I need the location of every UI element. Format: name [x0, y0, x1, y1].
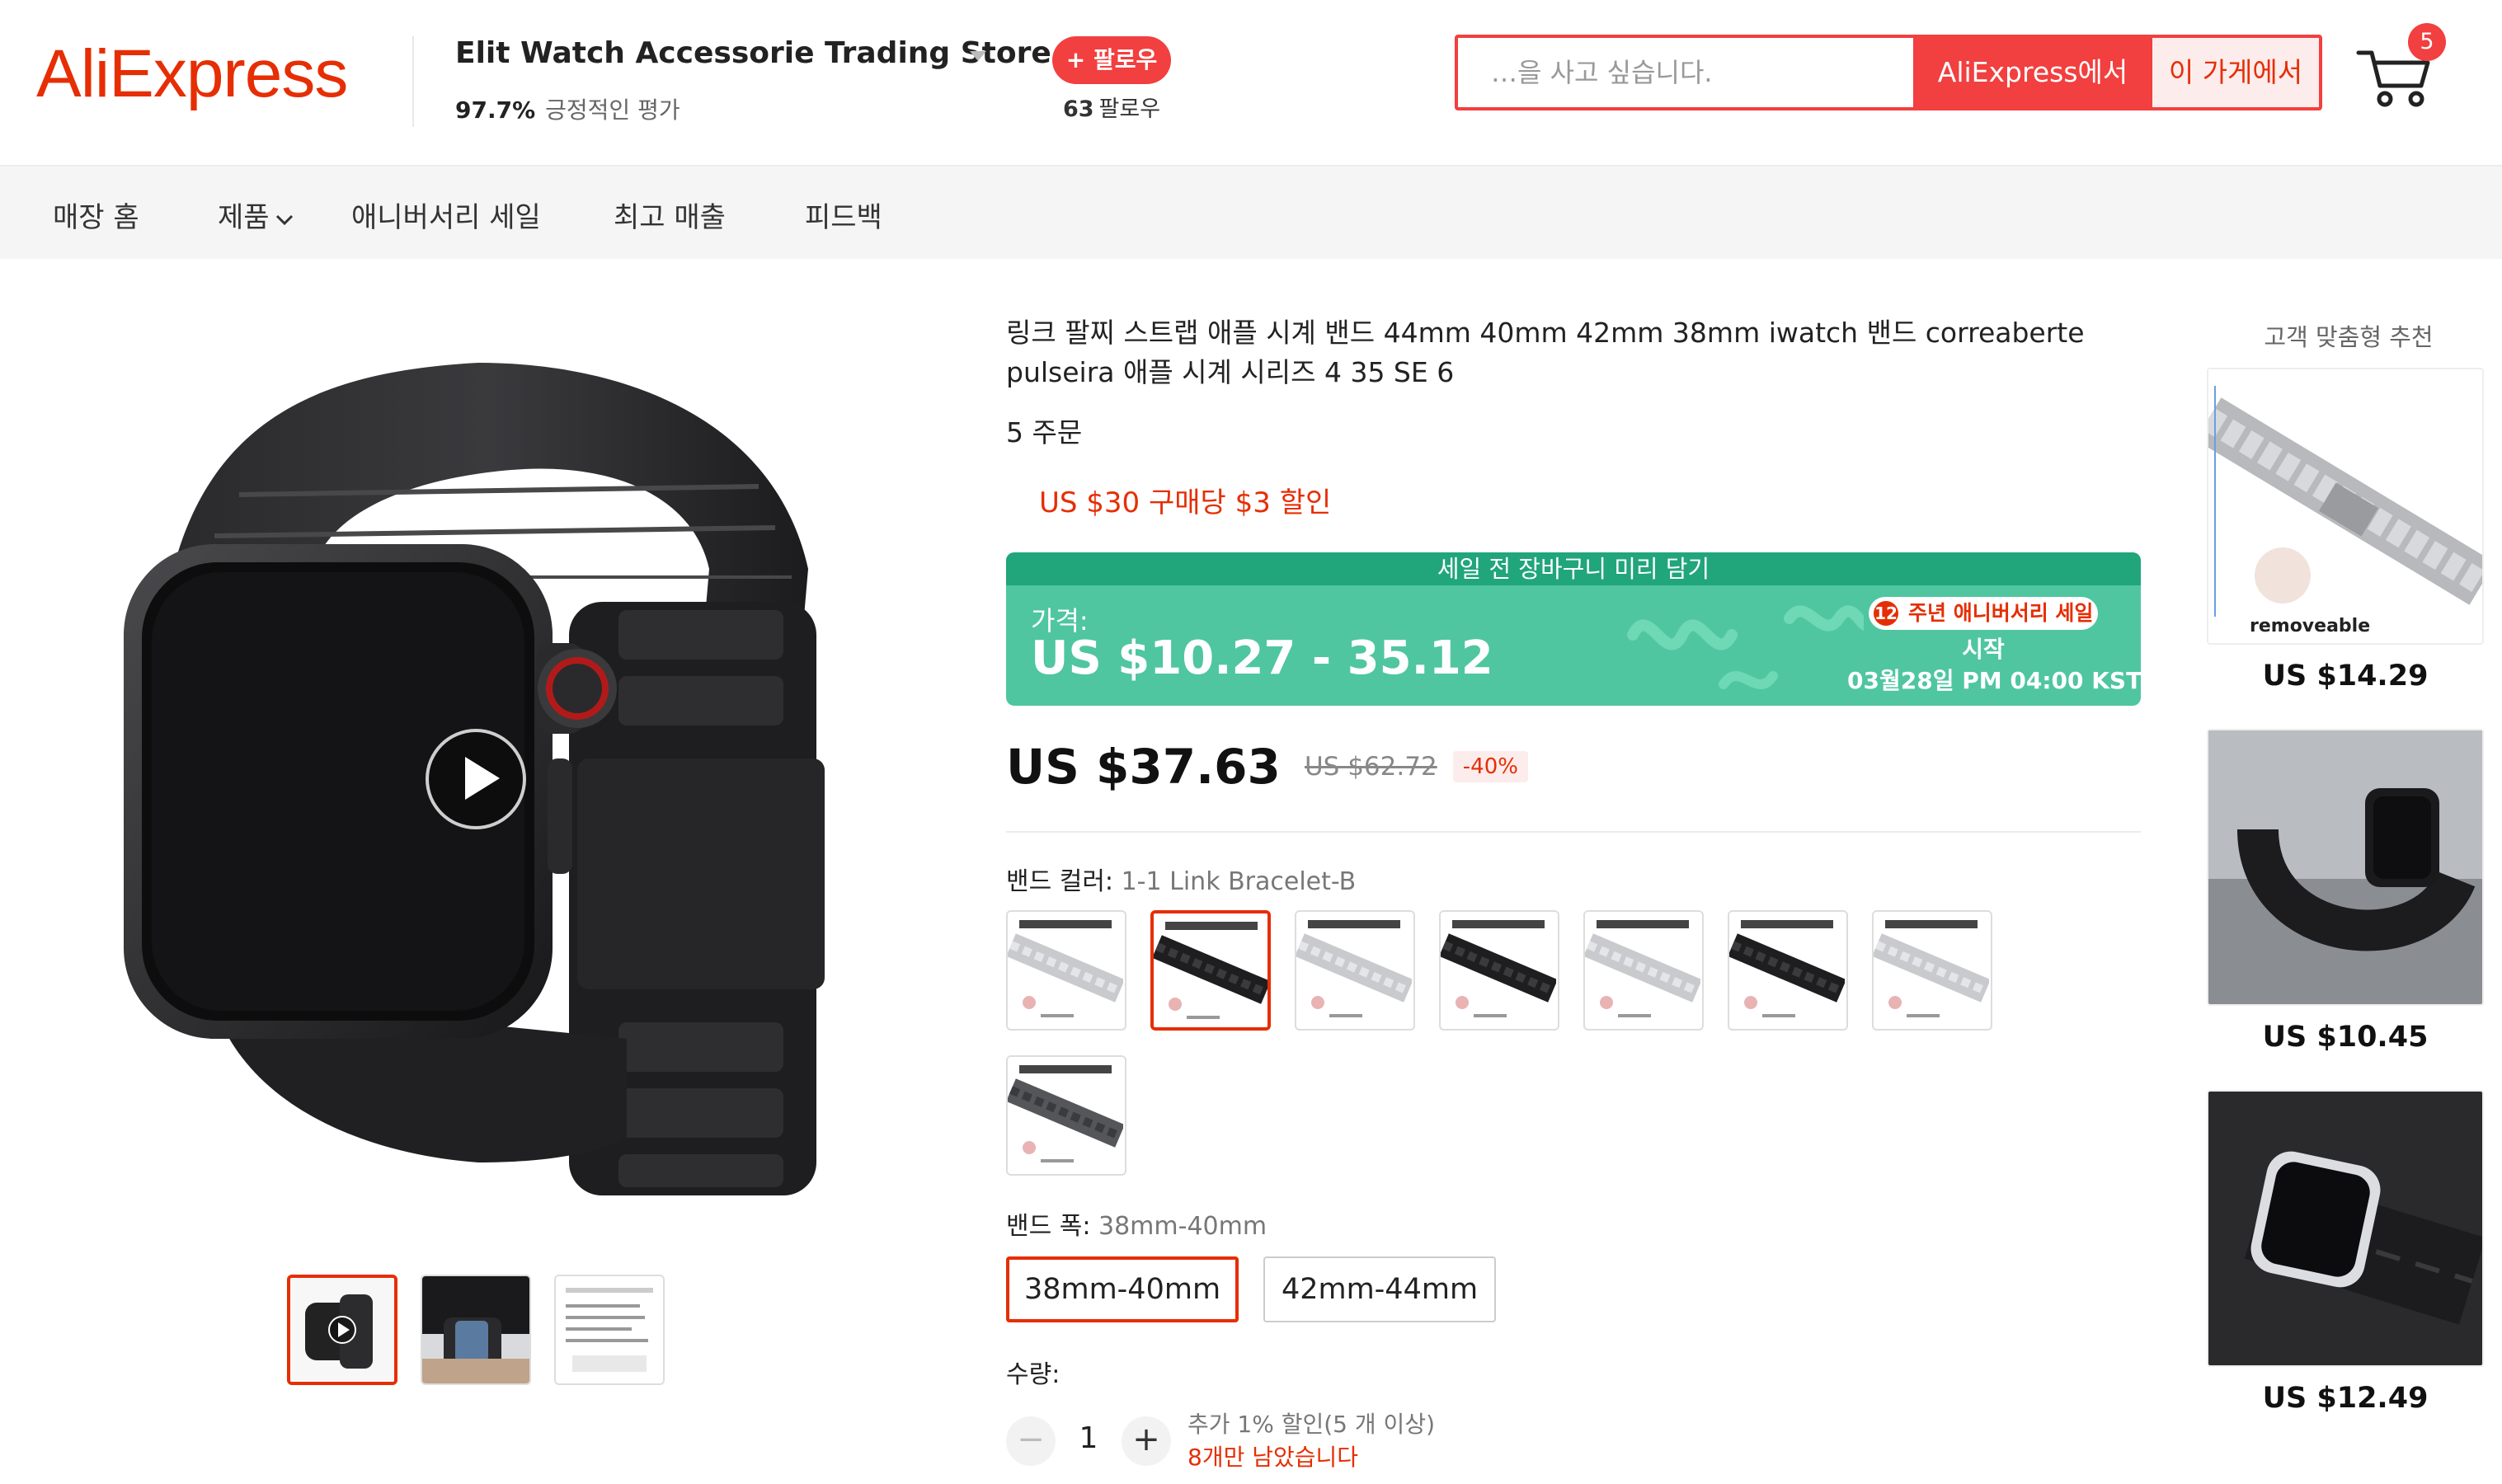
quantity-label: 수량: [1006, 1360, 1061, 1389]
followers-label: 팔로우 [1098, 96, 1161, 122]
band-color-title: 밴드 컬러: [1006, 867, 1114, 896]
recommend-price-1: US $14.29 [2262, 660, 2429, 693]
color-swatch[interactable] [1439, 910, 1559, 1031]
price-row: US $37.63 US $62.72 -40% [1006, 739, 1528, 805]
band-width-label: 밴드 폭: 38mm-40mm [1006, 1205, 1267, 1242]
sale-banner-top: 세일 전 장바구니 미리 담기 [1006, 552, 2141, 585]
color-swatch[interactable] [1006, 1055, 1126, 1176]
anniversary-badge: 12 주년 애니버서리 세일 [1869, 597, 2098, 630]
thumbnail-1[interactable] [287, 1275, 397, 1385]
quantity-value[interactable]: 1 [1072, 1421, 1105, 1455]
thumbnail-image [290, 1278, 394, 1382]
recommend-price-2: US $10.45 [2262, 1021, 2429, 1054]
swatch-image [1296, 912, 1413, 1027]
divider [1006, 831, 2141, 833]
recommend-price-3: US $12.49 [2262, 1382, 2429, 1415]
color-swatch[interactable] [1295, 910, 1415, 1031]
color-swatch[interactable] [1872, 910, 1992, 1031]
discount-badge: -40% [1452, 751, 1528, 782]
follow-button[interactable]: + 팔로우 [1052, 36, 1171, 84]
size-option-38-40[interactable]: 38mm-40mm [1006, 1256, 1239, 1322]
cart-badge: 5 [2408, 23, 2446, 61]
header-divider [412, 36, 414, 127]
store-name[interactable]: Elit Watch Accessorie Trading Store [455, 36, 1051, 70]
store-coupon[interactable]: US $30 구매당 $3 할인 [1039, 480, 1331, 520]
band-color-selected: 1-1 Link Bracelet-B [1121, 867, 1357, 896]
color-swatch[interactable] [1728, 910, 1848, 1031]
order-count: 5 주문 [1006, 416, 1083, 448]
thumbnail-image [422, 1276, 529, 1383]
rating-value: 97.7% [455, 96, 536, 124]
anniversary-date: 03월28일 PM 04:00 KST [1847, 667, 2141, 694]
quantity-increase-button[interactable]: + [1122, 1416, 1171, 1466]
thumbnail-3[interactable] [554, 1275, 665, 1385]
swatch-image [1874, 912, 1991, 1027]
nav-top-selling[interactable]: 최고 매출 [614, 195, 726, 235]
bulk-discount-note: 추가 1% 할인(5 개 이상) [1188, 1411, 1436, 1438]
search-store-button[interactable]: 이 가게에서 [2152, 38, 2319, 107]
recommend-image [2208, 1092, 2482, 1365]
recommend-image: removeable [2208, 369, 2482, 643]
quantity-decrease-button[interactable]: − [1006, 1416, 1056, 1466]
chevron-down-icon [275, 214, 293, 225]
thumbnail-2[interactable] [421, 1275, 531, 1385]
band-color-label: 밴드 컬러: 1-1 Link Bracelet-B [1006, 861, 1356, 897]
band-width-selected: 38mm-40mm [1098, 1212, 1267, 1241]
color-swatch[interactable] [1150, 910, 1271, 1031]
band-width-title: 밴드 폭: [1006, 1212, 1091, 1241]
swatch-image [1008, 1057, 1125, 1172]
recommend-item-2[interactable] [2207, 729, 2484, 1006]
store-nav: 매장 홈 제품 애니버서리 세일 최고 매출 피드백 [0, 167, 2502, 259]
chevron-down-icon[interactable] [970, 51, 986, 61]
followers-count: 63 팔로우 [1023, 91, 1201, 123]
size-option-42-44[interactable]: 42mm-44mm [1263, 1256, 1496, 1322]
followers-number: 63 [1062, 96, 1094, 122]
store-header: AliExpress Elit Watch Accessorie Trading… [0, 0, 2502, 167]
anniversary-start: 시작 [1962, 636, 2005, 663]
nav-store-home[interactable]: 매장 홈 [53, 195, 139, 235]
product-title: 링크 팔찌 스트랩 애플 시계 밴드 44mm 40mm 42mm 38mm i… [1006, 317, 2085, 388]
recommend-caption: removeable [2250, 616, 2370, 636]
rating-label: 긍정적인 평가 [545, 96, 680, 124]
sale-banner: 세일 전 장바구니 미리 담기 가격: US $10.27 - 35.12 12… [1006, 552, 2141, 706]
color-swatch[interactable] [1583, 910, 1704, 1031]
thumbnail-image [556, 1276, 663, 1383]
nav-feedback[interactable]: 피드백 [805, 195, 882, 235]
recommend-title: 고객 맞춤형 추천 [2264, 323, 2434, 351]
recommend-image [2208, 730, 2482, 1004]
swatch-image [1154, 913, 1267, 1027]
swatch-image [1729, 912, 1846, 1027]
recommend-item-1[interactable]: removeable [2207, 368, 2484, 645]
anniversary-badge-label: 주년 애니버서리 세일 [1908, 601, 2094, 625]
search-input[interactable] [1458, 38, 1913, 107]
aliexpress-logo[interactable]: AliExpress [36, 33, 348, 115]
nav-products[interactable]: 제품 [218, 195, 294, 235]
swatch-image [1585, 912, 1702, 1027]
recommend-item-3[interactable] [2207, 1090, 2484, 1367]
confetti-decoration [1627, 605, 1864, 689]
search-aliexpress-button[interactable]: AliExpress에서 [1913, 38, 2152, 107]
sale-price: US $10.27 - 35.12 [1031, 632, 1493, 685]
search-bar: AliExpress에서 이 가게에서 [1455, 35, 2322, 110]
color-swatch[interactable] [1006, 910, 1126, 1031]
video-play-button[interactable] [426, 729, 526, 829]
nav-anniversary-sale[interactable]: 애니버서리 세일 [351, 195, 541, 235]
stock-left: 8개만 남았습니다 [1188, 1444, 1359, 1471]
original-price: US $62.72 [1304, 752, 1437, 782]
nav-products-label: 제품 [218, 201, 270, 234]
swatch-image [1441, 912, 1558, 1027]
swatch-image [1008, 912, 1125, 1027]
anniversary-number-icon: 12 [1874, 601, 1898, 626]
store-rating: 97.7% 긍정적인 평가 [455, 92, 680, 125]
current-price: US $37.63 [1006, 739, 1281, 795]
